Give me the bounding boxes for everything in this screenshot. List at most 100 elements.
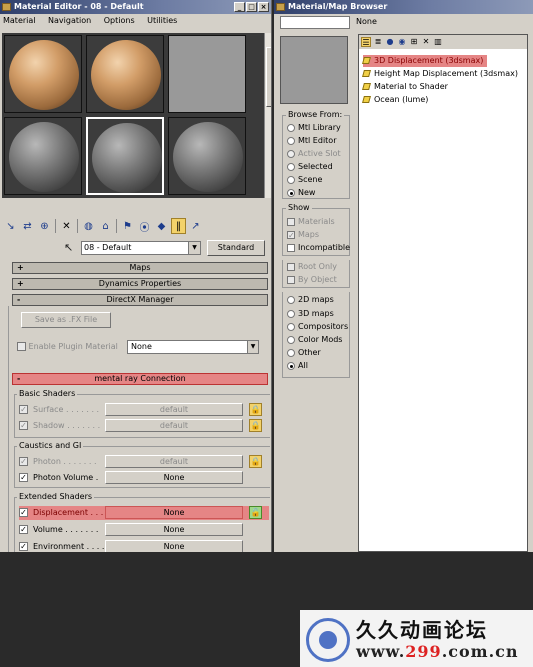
save-fx-button[interactable]: Save as .FX File — [21, 312, 111, 328]
displacement-shader-button[interactable]: None — [105, 506, 243, 519]
browse-selected[interactable]: Selected — [287, 162, 333, 171]
browse-new[interactable]: New — [287, 188, 315, 197]
maptype-color-mods[interactable]: Color Mods — [287, 335, 342, 344]
surface-shader-button[interactable]: default — [105, 403, 243, 416]
menu-options[interactable]: Options — [104, 16, 135, 25]
update-scene-icon[interactable]: ⊞ — [409, 37, 419, 47]
rollout-dynamics[interactable]: + Dynamics Properties — [12, 278, 268, 290]
volume-checkbox[interactable]: ✓ — [19, 525, 28, 534]
maptype-compositors[interactable]: Compositors — [287, 322, 348, 331]
show-maps[interactable]: ✓ Maps — [287, 230, 319, 239]
menu-utilities[interactable]: Utilities — [147, 16, 177, 25]
put-to-library-icon[interactable]: ⌂ — [98, 218, 113, 234]
photon-volume-checkbox[interactable]: ✓ — [19, 473, 28, 482]
chevron-down-icon[interactable]: ▼ — [247, 341, 258, 353]
radio-button[interactable] — [287, 309, 295, 318]
clear-icon[interactable]: ▥ — [433, 37, 443, 47]
enable-plugin-checkbox[interactable] — [17, 342, 26, 351]
maptype-2d[interactable]: 2D maps — [287, 295, 334, 304]
lock-icon[interactable]: 🔒 — [249, 419, 262, 432]
surface-checkbox[interactable]: ✓ — [19, 405, 28, 414]
checkbox[interactable] — [287, 217, 295, 226]
maximize-button[interactable]: □ — [246, 2, 257, 12]
sample-slot[interactable] — [4, 117, 82, 195]
slots-scrollbar[interactable] — [264, 33, 271, 198]
radio-button-selected[interactable] — [287, 188, 295, 197]
pick-material-icon[interactable]: ↖ — [64, 241, 73, 254]
radio-button[interactable] — [287, 322, 295, 331]
radio-button[interactable] — [287, 335, 295, 344]
material-name-field[interactable]: 08 - Default ▼ — [81, 241, 201, 255]
plugin-material-dropdown[interactable]: None ▼ — [127, 340, 259, 354]
sample-slot[interactable] — [4, 35, 82, 113]
sample-slot-active[interactable] — [86, 117, 164, 195]
radio-button[interactable] — [287, 149, 295, 158]
displacement-checkbox[interactable]: ✓ — [19, 508, 28, 517]
make-unique-icon[interactable]: ◍ — [81, 218, 96, 234]
radio-button[interactable] — [287, 348, 295, 357]
material-editor-titlebar[interactable]: Material Editor - 08 - Default _ □ × — [0, 0, 271, 14]
lock-icon[interactable]: 🔒 — [249, 403, 262, 416]
checkbox[interactable]: ✓ — [287, 230, 295, 239]
checkbox[interactable] — [287, 243, 295, 252]
shadow-shader-button[interactable]: default — [105, 419, 243, 432]
photon-checkbox[interactable]: ✓ — [19, 457, 28, 466]
view-large-icons-icon[interactable]: ◉ — [397, 37, 407, 47]
maptype-3d[interactable]: 3D maps — [287, 309, 334, 318]
menu-material[interactable]: Material — [3, 16, 36, 25]
browse-scene[interactable]: Scene — [287, 175, 322, 184]
environment-shader-button[interactable]: None — [105, 540, 243, 552]
maptype-all[interactable]: All — [287, 361, 308, 370]
checkbox[interactable] — [287, 262, 295, 271]
radio-button[interactable] — [287, 295, 295, 304]
list-item[interactable]: 3D Displacement (3dsmax) — [362, 55, 488, 67]
scrollbar-thumb[interactable] — [266, 47, 271, 107]
browse-mtl-editor[interactable]: Mtl Editor — [287, 136, 336, 145]
rollout-maps[interactable]: + Maps — [12, 262, 268, 274]
environment-checkbox[interactable]: ✓ — [19, 542, 28, 551]
menu-navigation[interactable]: Navigation — [48, 16, 91, 25]
list-item[interactable]: Height Map Displacement (3dsmax) — [362, 68, 522, 80]
chevron-down-icon[interactable]: ▼ — [188, 242, 200, 254]
go-forward-sibling-icon[interactable]: ↗ — [188, 218, 203, 234]
volume-shader-button[interactable]: None — [105, 523, 243, 536]
close-button[interactable]: × — [258, 2, 269, 12]
put-to-scene-icon[interactable]: ⇄ — [20, 218, 35, 234]
show-end-result-icon[interactable]: ◆ — [154, 218, 169, 234]
sample-slot[interactable] — [168, 35, 246, 113]
view-list-icons-icon[interactable]: ≣ — [373, 37, 383, 47]
browser-titlebar[interactable]: Material/Map Browser — [274, 0, 533, 14]
show-incompatible[interactable]: Incompatible — [287, 243, 350, 252]
radio-button[interactable] — [287, 162, 295, 171]
get-material-icon[interactable]: ↘ — [3, 218, 18, 234]
list-item[interactable]: Ocean (lume) — [362, 94, 432, 106]
list-item[interactable]: Material to Shader — [362, 81, 452, 93]
sample-slot[interactable] — [168, 117, 246, 195]
view-small-icons-icon[interactable]: ● — [385, 37, 395, 47]
show-map-icon[interactable]: ⦿ — [137, 218, 152, 234]
show-materials[interactable]: Materials — [287, 217, 335, 226]
radio-button-selected[interactable] — [287, 361, 295, 370]
browse-mtl-library[interactable]: Mtl Library — [287, 123, 341, 132]
material-id-icon[interactable]: ⚑ — [120, 218, 135, 234]
shadow-checkbox[interactable]: ✓ — [19, 421, 28, 430]
lock-icon[interactable]: 🔓 — [249, 506, 262, 519]
radio-button[interactable] — [287, 123, 295, 132]
rollout-directx[interactable]: - DirectX Manager — [12, 294, 268, 306]
browser-search-input[interactable] — [280, 16, 350, 29]
lock-icon[interactable]: 🔒 — [249, 455, 262, 468]
delete-icon[interactable]: ✕ — [421, 37, 431, 47]
reset-map-icon[interactable]: ✕ — [59, 218, 74, 234]
browse-active-slot[interactable]: Active Slot — [287, 149, 341, 158]
checkbox[interactable] — [287, 275, 295, 284]
radio-button[interactable] — [287, 136, 295, 145]
photon-shader-button[interactable]: default — [105, 455, 243, 468]
maptype-other[interactable]: Other — [287, 348, 321, 357]
sample-slot[interactable] — [86, 35, 164, 113]
minimize-button[interactable]: _ — [234, 2, 245, 12]
go-to-parent-icon[interactable]: ‖ — [171, 218, 186, 234]
material-type-button[interactable]: Standard — [207, 240, 265, 256]
filter-root-only[interactable]: Root Only — [287, 262, 337, 271]
rollout-mental-ray[interactable]: - mental ray Connection — [12, 373, 268, 385]
filter-by-object[interactable]: By Object — [287, 275, 337, 284]
